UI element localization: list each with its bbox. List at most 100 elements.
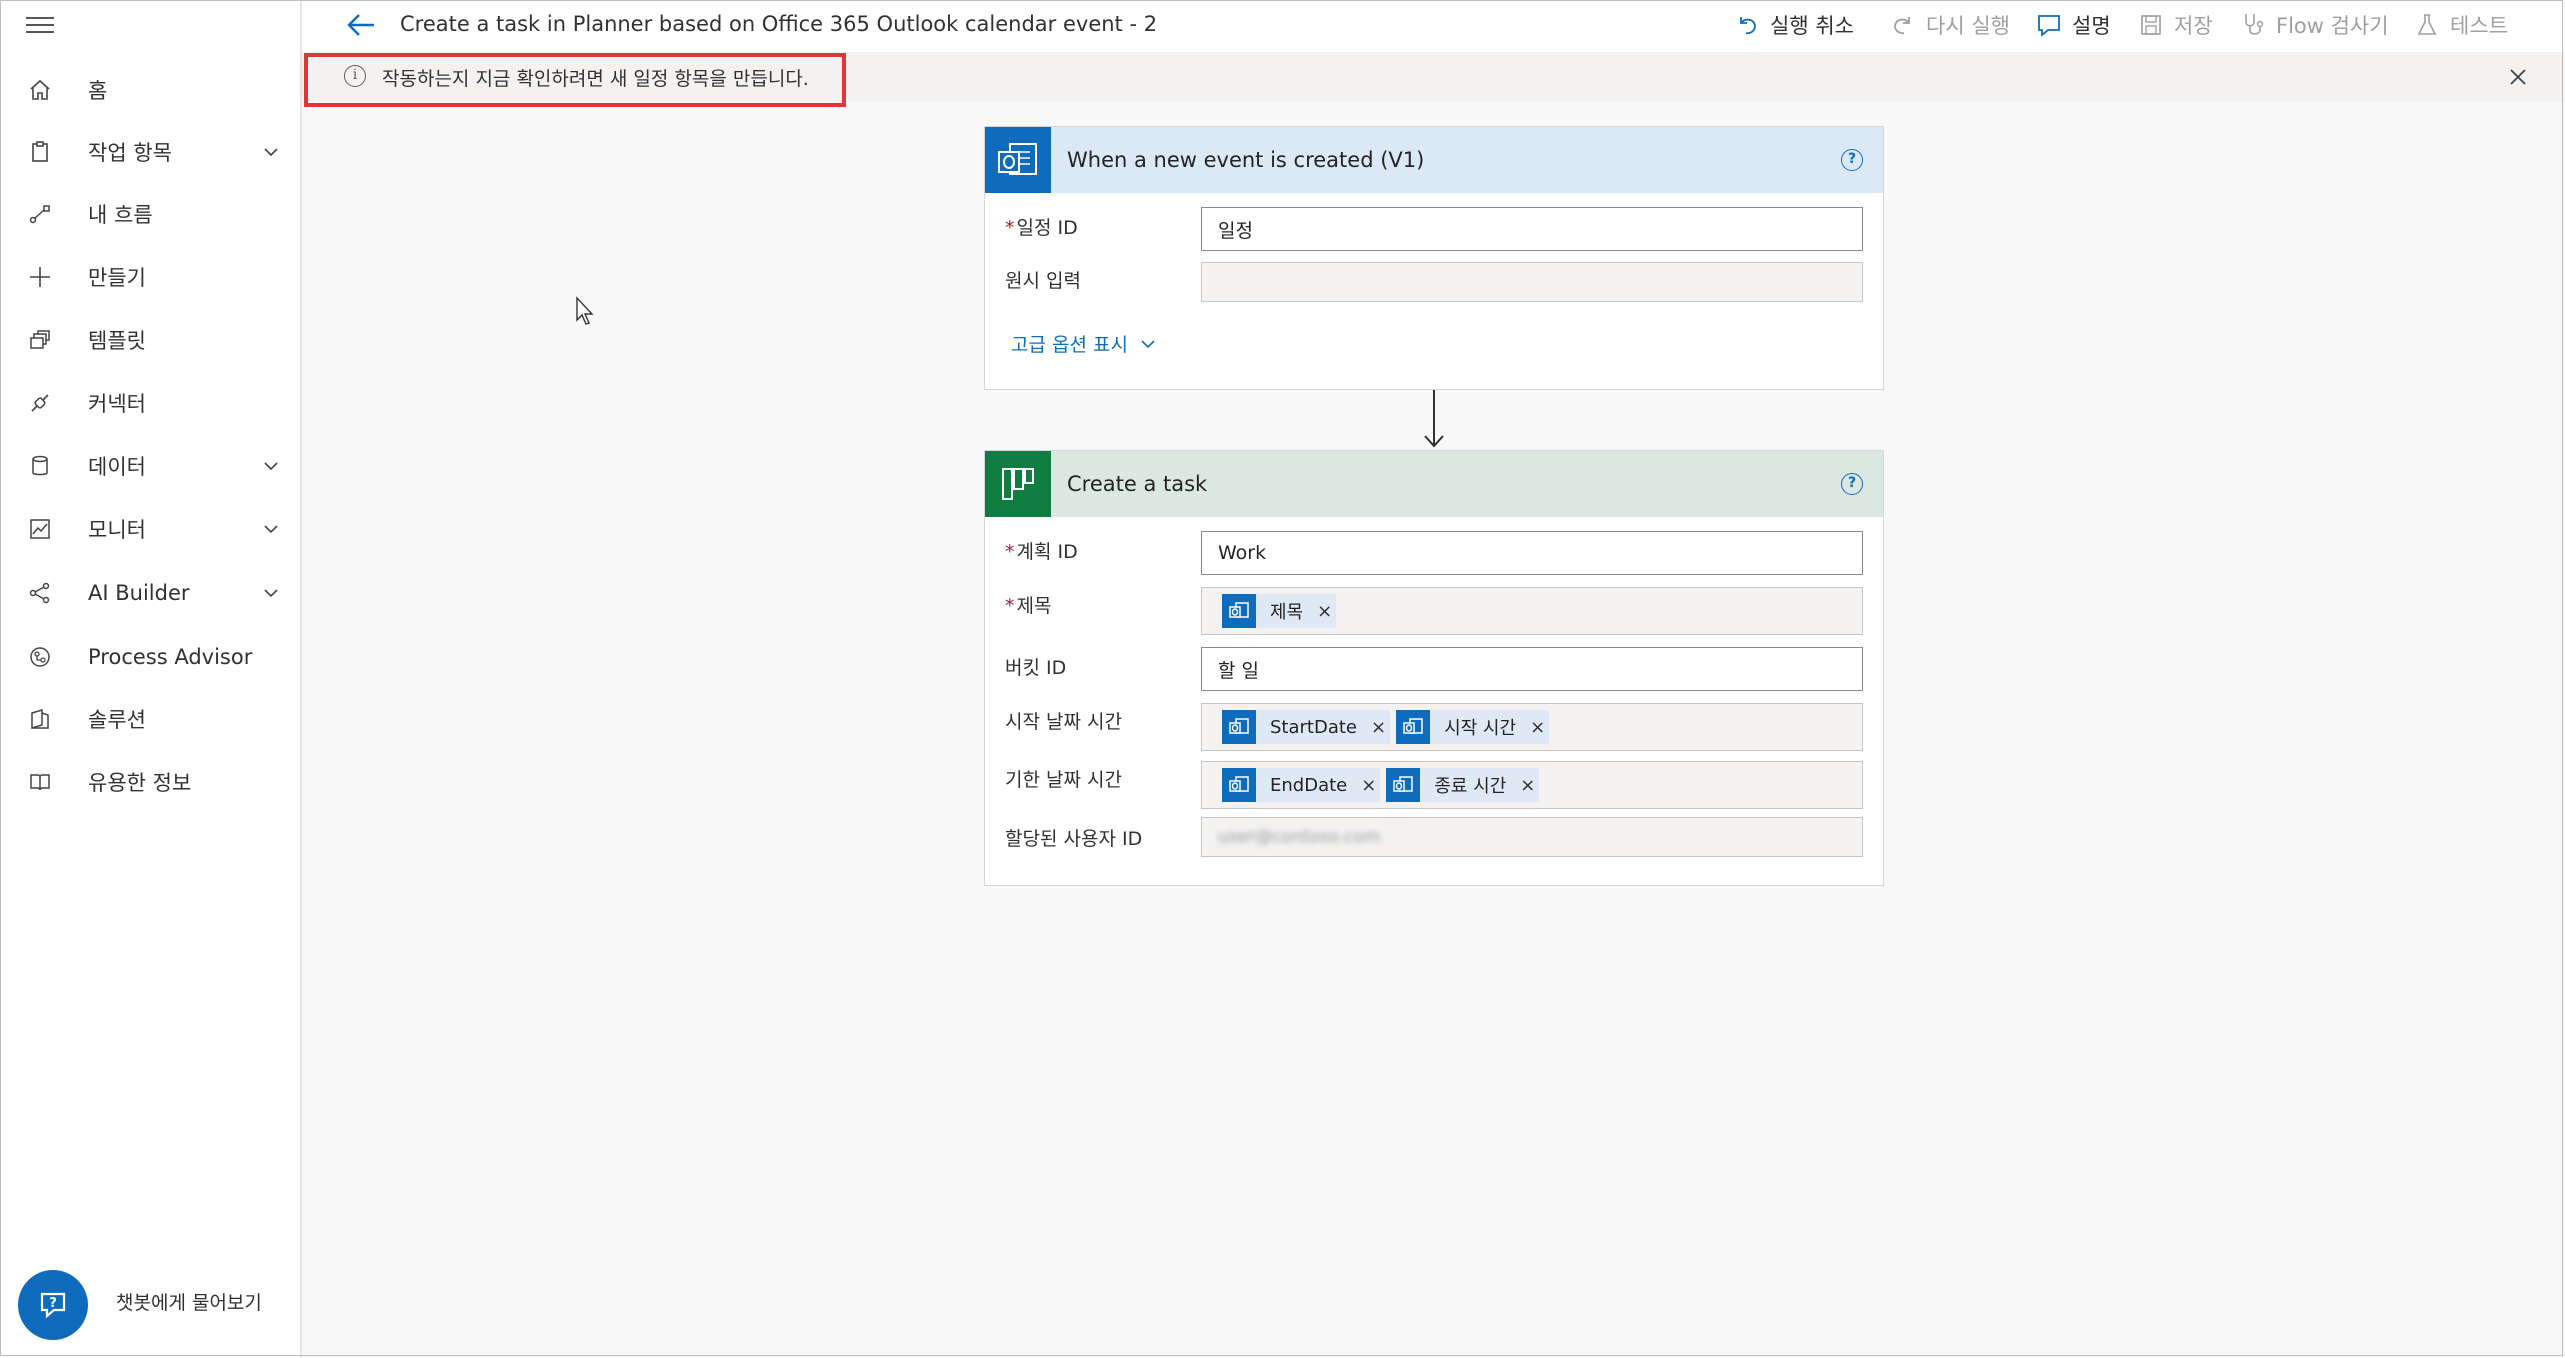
sidebar-item-my-flows[interactable]: 내 흐름 — [0, 186, 302, 242]
back-arrow-icon[interactable] — [344, 10, 378, 40]
test-button[interactable]: 테스트 — [2414, 8, 2508, 42]
undo-label: 실행 취소 — [1770, 14, 1854, 38]
dynamic-content-token[interactable]: EndDate × — [1222, 768, 1381, 802]
plan-id-value: Work — [1218, 542, 1267, 564]
bucket-id-label: 버킷 ID — [1005, 657, 1067, 679]
sidebar-item-data[interactable]: 데이터 — [0, 438, 302, 494]
remove-token-icon[interactable]: × — [1530, 717, 1545, 738]
sidebar-item-create[interactable]: 만들기 — [0, 249, 302, 305]
database-icon — [26, 452, 54, 480]
comment-button[interactable]: 설명 — [2036, 8, 2111, 42]
svg-text:?: ? — [49, 1296, 57, 1311]
token-label: 제목 — [1270, 602, 1304, 623]
flow-title: Create a task in Planner based on Office… — [400, 12, 1158, 36]
token-label: 시작 시간 — [1444, 718, 1517, 739]
sidebar-item-label: 데이터 — [88, 455, 146, 479]
redo-label: 다시 실행 — [1926, 14, 2010, 38]
redo-icon — [1890, 12, 1916, 38]
plan-id-label: * 계획 ID — [1005, 541, 1078, 563]
plus-icon — [26, 263, 54, 291]
outlook-icon — [1222, 594, 1256, 628]
outlook-icon — [1222, 710, 1256, 744]
chevron-down-icon[interactable] — [262, 143, 280, 161]
dynamic-content-token[interactable]: StartDate × — [1222, 710, 1391, 744]
remove-token-icon[interactable]: × — [1520, 775, 1535, 796]
close-icon[interactable] — [2507, 66, 2529, 88]
sidebar-item-monitor[interactable]: 모니터 — [0, 501, 302, 557]
chatbot-button[interactable]: ? — [18, 1270, 88, 1340]
command-bar: Create a task in Planner based on Office… — [302, 0, 2565, 52]
sidebar-item-connectors[interactable]: 커넥터 — [0, 375, 302, 431]
remove-token-icon[interactable]: × — [1371, 717, 1386, 738]
sidebar-item-label: 솔루션 — [88, 708, 146, 732]
action-card-title: Create a task — [1067, 472, 1208, 496]
show-advanced-options-link[interactable]: 고급 옵션 표시 — [1011, 330, 1158, 357]
trigger-card-header[interactable]: When a new event is created (V1) ? — [985, 127, 1883, 193]
raw-input-label: 원시 입력 — [1005, 270, 1081, 292]
remove-token-icon[interactable]: × — [1317, 601, 1332, 622]
sidebar-item-label: 유용한 정보 — [88, 771, 192, 795]
chat-help-icon: ? — [40, 1292, 66, 1319]
sidebar-item-solutions[interactable]: 솔루션 — [0, 691, 302, 747]
sidebar-item-label: 홈 — [88, 79, 108, 103]
undo-button[interactable]: 실행 취소 — [1734, 8, 1854, 42]
trigger-card[interactable]: When a new event is created (V1) ? * 일정 I… — [984, 126, 1884, 390]
sidebar-item-process-advisor[interactable]: Process Advisor — [0, 629, 302, 685]
help-icon[interactable]: ? — [1841, 473, 1863, 495]
remove-token-icon[interactable]: × — [1361, 775, 1376, 796]
token-label: 종료 시간 — [1434, 776, 1507, 797]
help-icon[interactable]: ? — [1841, 149, 1863, 171]
book-icon — [26, 768, 54, 796]
assigned-user-id-label: 할당된 사용자 ID — [1005, 828, 1143, 850]
sidebar-item-label: 커넥터 — [88, 392, 146, 416]
title-input[interactable]: 제목 × — [1201, 587, 1863, 635]
action-card-header[interactable]: Create a task ? — [985, 451, 1883, 517]
chatbot-label[interactable]: 챗봇에게 물어보기 — [116, 1288, 262, 1315]
action-card[interactable]: Create a task ? * 계획 ID Work * 제목 제목 × 버킷 … — [984, 450, 1884, 886]
bucket-id-input[interactable]: 할 일 — [1201, 647, 1863, 691]
assigned-user-id-value: user@contoso.com — [1218, 827, 1381, 847]
chevron-down-icon[interactable] — [262, 584, 280, 602]
dynamic-content-token[interactable]: 종료 시간 × — [1386, 768, 1540, 802]
token-label: EndDate — [1270, 774, 1348, 796]
sidebar-item-action-items[interactable]: 작업 항목 — [0, 124, 302, 180]
assigned-user-id-input[interactable]: user@contoso.com — [1201, 817, 1863, 857]
flow-checker-button[interactable]: Flow 검사기 — [2240, 8, 2389, 42]
chevron-down-icon[interactable] — [262, 457, 280, 475]
chevron-down-icon[interactable] — [262, 520, 280, 538]
start-date-time-input[interactable]: StartDate × 시작 시간 × — [1201, 703, 1863, 751]
bucket-id-value: 할 일 — [1218, 659, 1259, 682]
sidebar-item-learn[interactable]: 유용한 정보 — [0, 754, 302, 810]
start-date-time-label: 시작 날짜 시간 — [1005, 711, 1122, 733]
sidebar-item-label: Process Advisor — [88, 645, 253, 669]
clipboard-icon — [26, 138, 54, 166]
calendar-id-label: * 일정 ID — [1005, 217, 1078, 239]
ai-builder-icon — [26, 579, 54, 607]
flask-icon — [2414, 12, 2440, 38]
redo-button[interactable]: 다시 실행 — [1890, 8, 2010, 42]
sidebar-item-label: 모니터 — [88, 518, 146, 542]
chevron-down-icon — [1141, 339, 1155, 348]
sidebar-item-home[interactable]: 홈 — [0, 62, 302, 118]
outlook-icon — [1396, 710, 1431, 744]
stethoscope-icon — [2240, 12, 2266, 38]
save-button[interactable]: 저장 — [2138, 8, 2213, 42]
sidebar-item-ai-builder[interactable]: AI Builder — [0, 565, 302, 621]
outlook-icon — [1222, 768, 1256, 802]
connector-icon — [26, 389, 54, 417]
calendar-id-input[interactable]: 일정 — [1201, 207, 1863, 251]
highlight-annotation-box — [304, 53, 846, 107]
home-icon — [26, 76, 54, 104]
comment-label: 설명 — [2072, 14, 2111, 38]
sidebar-item-templates[interactable]: 템플릿 — [0, 312, 302, 368]
raw-input-field[interactable] — [1201, 262, 1863, 302]
plan-id-input[interactable]: Work — [1201, 531, 1863, 575]
due-date-time-input[interactable]: EndDate × 종료 시간 × — [1201, 761, 1863, 809]
dynamic-content-token[interactable]: 시작 시간 × — [1396, 710, 1550, 744]
calendar-id-value: 일정 — [1218, 219, 1253, 242]
sidebar-item-label: 내 흐름 — [88, 203, 153, 227]
test-label: 테스트 — [2450, 14, 2508, 38]
process-advisor-icon — [26, 643, 54, 671]
hamburger-menu-icon[interactable] — [26, 12, 54, 38]
dynamic-content-token[interactable]: 제목 × — [1222, 594, 1337, 628]
